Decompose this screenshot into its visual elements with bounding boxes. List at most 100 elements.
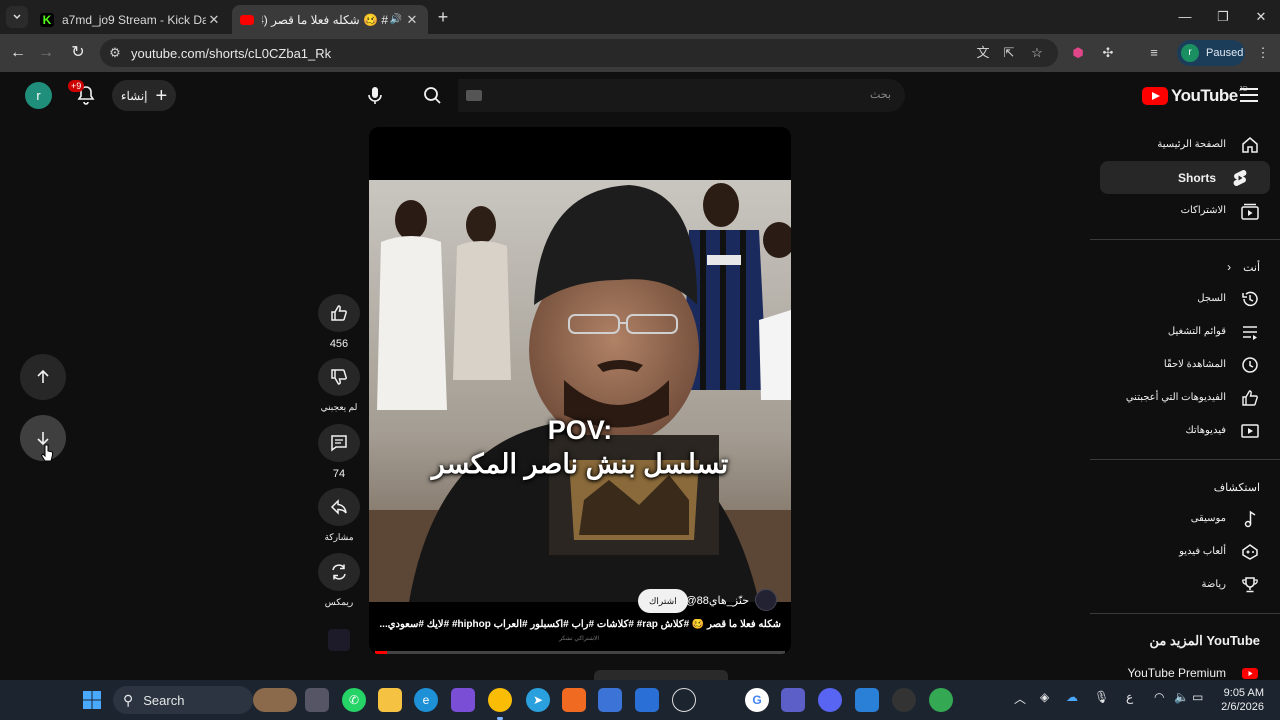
- onedrive-icon[interactable]: ☁: [1066, 690, 1078, 704]
- sidebar-item-gaming[interactable]: ألعاب فيديو: [1090, 535, 1280, 568]
- extension-shield-icon[interactable]: ⬢: [1068, 43, 1088, 63]
- progress-bar[interactable]: [375, 651, 785, 654]
- arrow-up-icon: [37, 369, 49, 383]
- microsoft-365-icon[interactable]: [451, 688, 475, 712]
- file-explorer-icon[interactable]: [378, 688, 402, 712]
- microphone-tray-icon[interactable]: 🎙: [1094, 690, 1109, 704]
- store-icon[interactable]: [598, 688, 622, 712]
- media-controls-icon[interactable]: ≡: [1144, 43, 1164, 63]
- tray-overflow-icon[interactable]: ︿: [1014, 690, 1026, 707]
- browser-tab-strip: K a7md_jo9 Stream - Kick Dashboard ✕ # 🥴…: [0, 0, 1280, 34]
- discord-icon[interactable]: [818, 688, 842, 712]
- sidebar-item-sports[interactable]: رياضة: [1090, 568, 1280, 601]
- sidebar-item-your-videos[interactable]: فيديوهاتك: [1090, 414, 1280, 447]
- comments-button[interactable]: 74: [318, 424, 360, 480]
- teams-icon[interactable]: [781, 688, 805, 712]
- search-button[interactable]: [406, 79, 458, 112]
- sidebar-item-home[interactable]: الصفحة الرئيسية: [1090, 128, 1280, 161]
- address-bar[interactable]: ⚙ youtube.com/shorts/cL0CZba1_Rk 文 ⇱ ☆: [100, 39, 1058, 67]
- remix-button[interactable]: ريمكس: [318, 553, 360, 608]
- back-icon[interactable]: ←: [6, 41, 30, 65]
- sidebar-item-playlists[interactable]: قوائم التشغيل: [1090, 315, 1280, 348]
- wifi-icon[interactable]: ◠: [1154, 690, 1164, 704]
- subscriptions-icon: [1240, 201, 1260, 221]
- chrome-active-icon[interactable]: [488, 688, 512, 712]
- keyboard-icon[interactable]: [466, 90, 482, 101]
- channel-avatar[interactable]: [755, 589, 777, 611]
- forward-icon[interactable]: →: [34, 41, 58, 65]
- previous-short-button[interactable]: [20, 354, 66, 400]
- search-input[interactable]: بحث: [458, 79, 905, 112]
- reload-icon[interactable]: ↻: [66, 41, 90, 65]
- remix-circle[interactable]: [318, 553, 360, 591]
- taskbar-clock[interactable]: 9:05 AM 2/6/2026: [1198, 686, 1264, 714]
- google-icon[interactable]: G: [745, 688, 769, 712]
- site-info-icon[interactable]: ⚙: [106, 44, 124, 62]
- chatgpt-icon[interactable]: [672, 688, 696, 712]
- sidebar-item-watch-later[interactable]: المشاهدة لاحقًا: [1090, 348, 1280, 381]
- photos-icon[interactable]: [855, 688, 879, 712]
- close-window-icon[interactable]: ✕: [1242, 0, 1280, 34]
- share-circle[interactable]: [318, 488, 360, 526]
- like-circle[interactable]: [318, 294, 360, 332]
- obs-icon[interactable]: [892, 688, 916, 712]
- channel-handle: @حنّز_هاي88: [685, 594, 750, 607]
- create-button[interactable]: إنشاء +: [112, 80, 176, 111]
- close-tab-icon[interactable]: ✕: [206, 12, 222, 28]
- mail-icon[interactable]: [635, 688, 659, 712]
- overlay-line-2: تسلسل بنش ناصر المكسر: [431, 449, 729, 479]
- browser-tab-youtube[interactable]: # 🥴 شكله فعلا ما قصر (44) 🔊 ✕: [232, 5, 428, 34]
- next-short-preview[interactable]: [594, 670, 728, 680]
- comments-circle[interactable]: [318, 424, 360, 462]
- input-language[interactable]: ع: [1126, 690, 1133, 704]
- clock-time: 9:05 AM: [1223, 687, 1264, 699]
- channel-link[interactable]: @حنّز_هاي88: [637, 589, 777, 611]
- like-button[interactable]: 456: [318, 294, 360, 350]
- extensions-puzzle-icon[interactable]: ✣: [1098, 43, 1118, 63]
- account-avatar[interactable]: r: [25, 82, 52, 109]
- watch-later-icon: [1240, 355, 1260, 375]
- sidebar-item-music[interactable]: موسيقى: [1090, 502, 1280, 535]
- whatsapp-icon[interactable]: ✆: [342, 688, 366, 712]
- close-tab-icon[interactable]: ✕: [404, 12, 420, 28]
- install-app-icon[interactable]: ⇱: [1000, 44, 1018, 62]
- guide-menu-icon[interactable]: [1240, 88, 1258, 102]
- youtube-page: r +9 إنشاء + بحث YouTube JO: [0, 72, 1280, 680]
- dislike-circle[interactable]: [318, 358, 360, 396]
- share-button[interactable]: مشاركة: [318, 488, 360, 543]
- sports-icon: [1240, 575, 1260, 595]
- telegram-icon[interactable]: ➤: [526, 688, 550, 712]
- shorts-player[interactable]: POV: تسلسل بنش ناصر المكسر اشتراك @حنّز_…: [369, 127, 791, 654]
- more-from-youtube-header: المزيد من YouTube: [1149, 633, 1260, 648]
- browser-tab-kick[interactable]: K a7md_jo9 Stream - Kick Dashboard ✕: [32, 5, 230, 34]
- sidebar-item-history[interactable]: السجل: [1090, 282, 1280, 315]
- translate-icon[interactable]: 文: [974, 44, 992, 62]
- edge-icon[interactable]: e: [414, 688, 438, 712]
- reader-app-icon[interactable]: [562, 688, 586, 712]
- dislike-button[interactable]: لم يعجبني: [318, 358, 360, 413]
- bookmark-star-icon[interactable]: ☆: [1028, 44, 1046, 62]
- guide-sidebar: الصفحة الرئيسية Shorts الاشتراكات › أنت …: [1090, 128, 1280, 689]
- voice-search-button[interactable]: [359, 79, 391, 111]
- sidebar-item-shorts[interactable]: Shorts: [1100, 161, 1270, 194]
- tray-app-icon[interactable]: ◈: [1040, 690, 1049, 704]
- tab-search-button[interactable]: [6, 6, 28, 28]
- volume-icon[interactable]: 🔈: [1174, 690, 1189, 704]
- sound-thumbnail[interactable]: [328, 629, 350, 651]
- notifications-button[interactable]: +9: [68, 80, 98, 108]
- audio-icon[interactable]: 🔊: [388, 14, 404, 25]
- task-view-icon[interactable]: [305, 688, 329, 712]
- new-tab-button[interactable]: +: [432, 6, 454, 28]
- sidebar-item-liked[interactable]: الفيديوهات التي أعجبتني: [1090, 381, 1280, 414]
- taskbar-search[interactable]: ⚲ Search: [113, 686, 297, 714]
- restore-icon[interactable]: ❐: [1204, 0, 1242, 34]
- chrome-profile-icon[interactable]: [929, 688, 953, 712]
- you-section-header[interactable]: › أنت: [1090, 252, 1280, 282]
- start-button[interactable]: [80, 688, 104, 712]
- youtube-logo[interactable]: YouTube JO: [1142, 86, 1248, 106]
- sidebar-item-subscriptions[interactable]: الاشتراكات: [1090, 194, 1280, 227]
- browser-menu-icon[interactable]: ⋮: [1253, 43, 1273, 63]
- minimize-icon[interactable]: —: [1166, 0, 1204, 34]
- short-caption[interactable]: شكله فعلا ما قصر 🥴 #كلاش rap# #كلاشات #ر…: [379, 619, 781, 630]
- profile-button[interactable]: r Paused: [1177, 40, 1245, 66]
